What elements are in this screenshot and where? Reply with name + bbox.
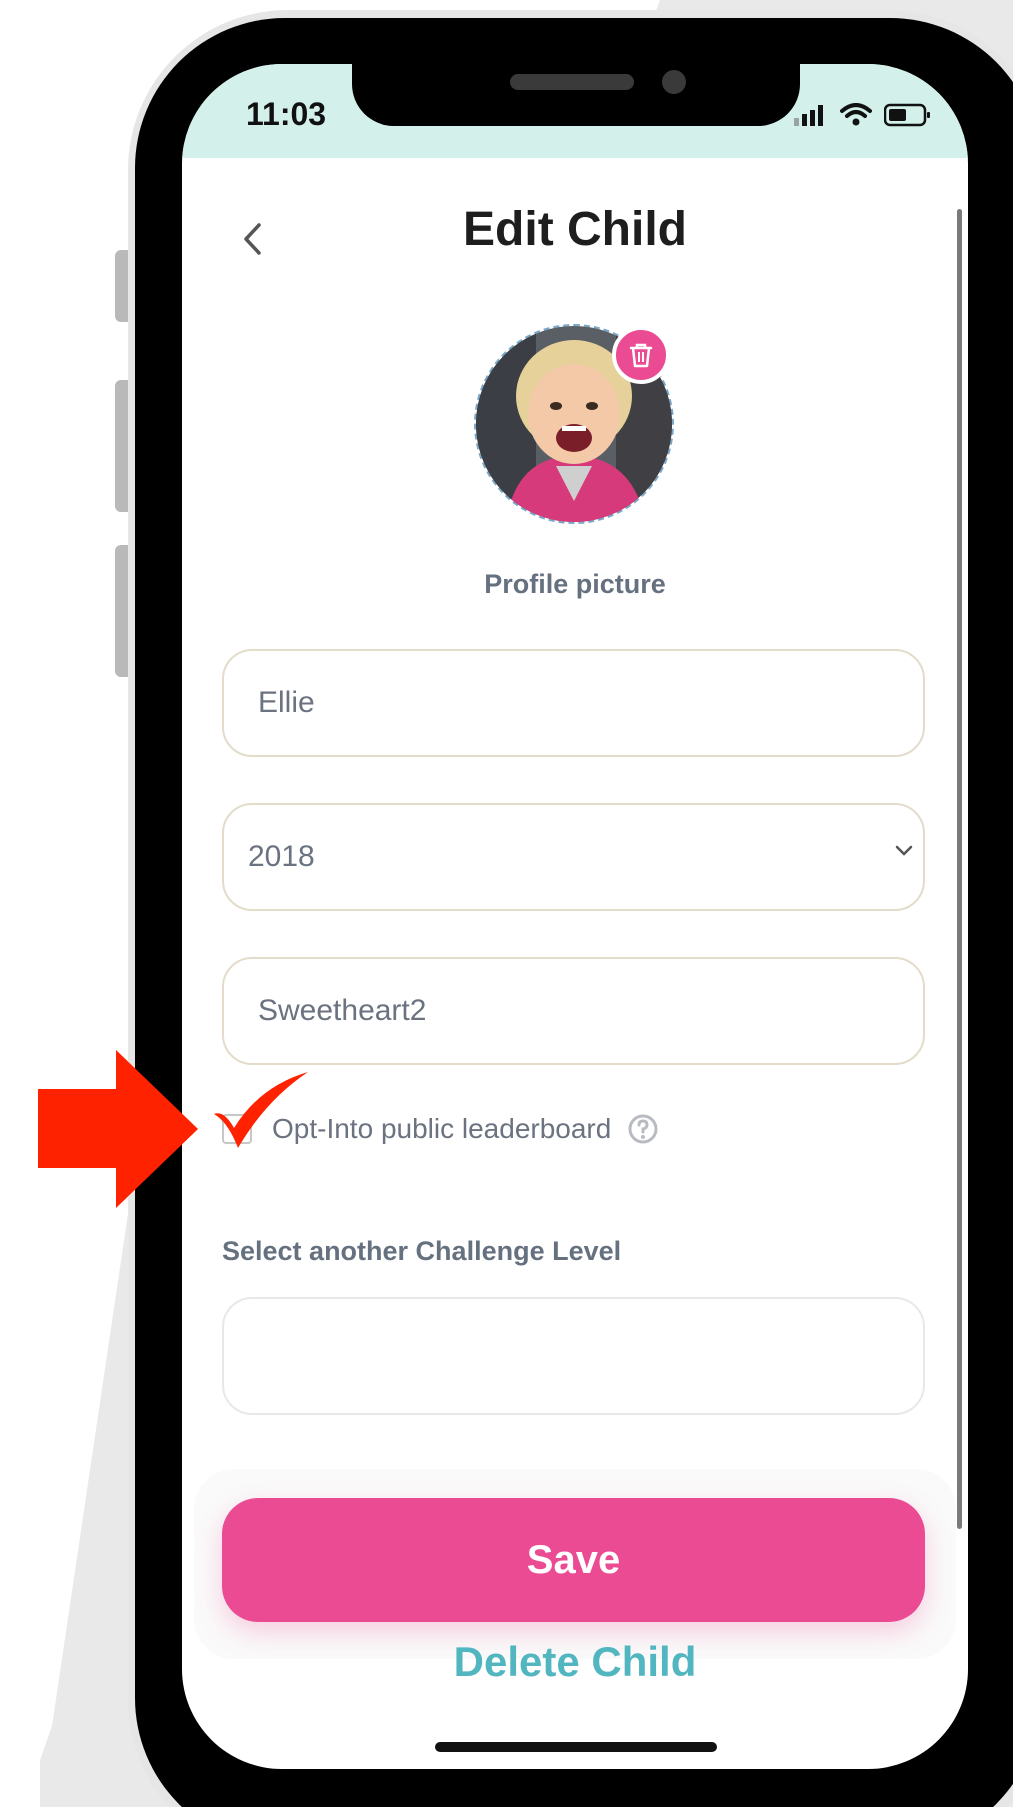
status-time: 11:03	[246, 96, 327, 132]
scrollbar[interactable]	[957, 209, 962, 1529]
phone-notch	[352, 64, 800, 126]
battery-icon	[884, 103, 930, 127]
delete-photo-button[interactable]	[612, 326, 670, 384]
chevron-down-icon	[895, 845, 913, 856]
volume-down-button	[115, 545, 129, 677]
username-input[interactable]: Sweetheart2	[222, 957, 925, 1065]
front-camera	[662, 70, 686, 94]
challenge-level-label: Select another Challenge Level	[222, 1236, 622, 1266]
phone-screen: 11:03 Edit Child Profile picture Ellie 2…	[182, 64, 968, 1769]
name-input-value: Ellie	[258, 686, 315, 719]
cellular-signal-icon	[794, 105, 823, 126]
screenshot-stage: 11:03 Edit Child Profile picture Ellie 2…	[0, 0, 1013, 1807]
birth-year-select[interactable]: 2018	[222, 803, 925, 911]
name-input[interactable]: Ellie	[222, 649, 925, 757]
mute-switch	[115, 250, 129, 322]
save-button[interactable]: Save	[222, 1498, 925, 1622]
wifi-icon	[840, 103, 872, 126]
earpiece-speaker	[510, 74, 634, 90]
delete-child-button[interactable]: Delete Child	[182, 1638, 968, 1686]
birth-year-value: 2018	[248, 840, 315, 873]
status-icons	[794, 100, 932, 130]
profile-picture-label: Profile picture	[484, 569, 666, 599]
annotation-arrow-icon	[38, 1050, 198, 1208]
annotation-checkmark-icon	[214, 1072, 308, 1148]
leaderboard-checkbox-label: Opt-Into public leaderboard	[272, 1113, 612, 1144]
help-icon[interactable]	[627, 1113, 659, 1145]
page-title: Edit Child	[463, 203, 687, 256]
trash-icon	[629, 343, 653, 368]
volume-up-button	[115, 380, 129, 512]
home-indicator	[435, 1742, 717, 1752]
username-input-value: Sweetheart2	[258, 994, 427, 1027]
challenge-level-select[interactable]	[222, 1297, 925, 1415]
